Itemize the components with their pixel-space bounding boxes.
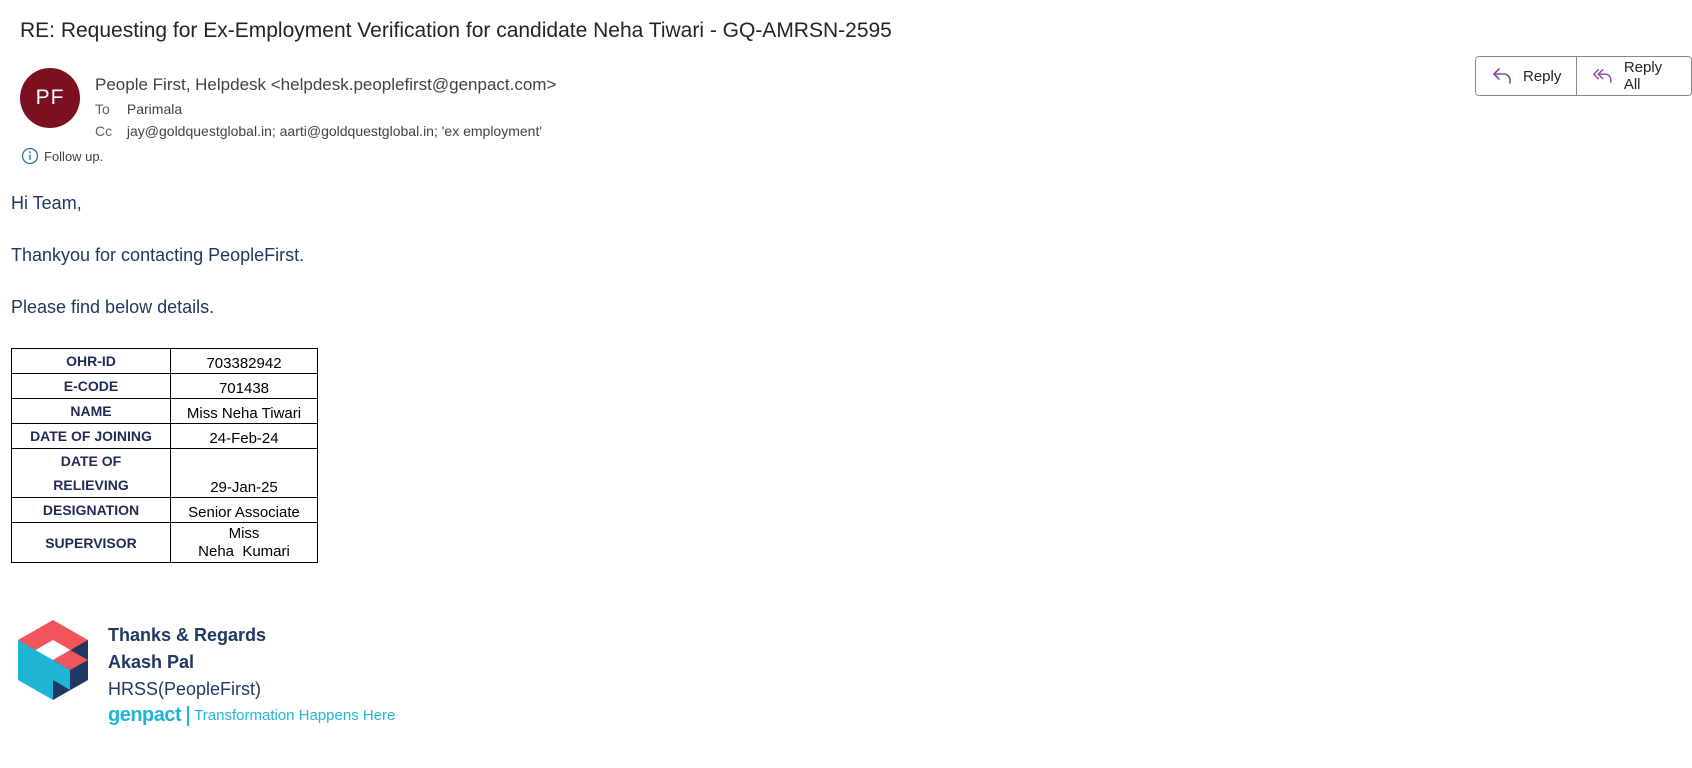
reply-arrow-icon <box>1493 68 1511 84</box>
table-key: DESIGNATION <box>11 497 171 523</box>
to-row: To Parimala <box>95 101 182 117</box>
sender-name[interactable]: People First, Helpdesk <helpdesk.peoplef… <box>95 75 556 95</box>
table-row: DESIGNATION Senior Associate <box>11 497 318 523</box>
table-key-line: RELIEVING <box>53 477 129 493</box>
table-value: 703382942 <box>170 348 318 374</box>
brand-tagline: Transformation Happens Here <box>194 707 396 724</box>
table-row: DATE OF RELIEVING 29-Jan-25 <box>11 448 318 498</box>
genpact-brand: genpact Transformation Happens Here <box>108 704 395 727</box>
table-value-line: Neha Kumari <box>198 542 290 560</box>
reply-label: Reply <box>1523 67 1562 85</box>
sender-avatar[interactable]: PF <box>20 68 80 128</box>
table-value: 24-Feb-24 <box>170 423 318 449</box>
table-value: 29-Jan-25 <box>170 448 318 498</box>
reply-all-label: Reply All <box>1623 59 1663 93</box>
table-value: Miss Neha Kumari <box>170 522 318 563</box>
signature-thanks: Thanks & Regards <box>108 625 267 645</box>
table-key: NAME <box>11 398 171 424</box>
table-key-line: DATE OF <box>60 453 122 469</box>
table-key: DATE OF RELIEVING <box>11 448 171 498</box>
signature-role: HRSS(PeopleFirst) <box>108 679 262 699</box>
genpact-logo-icon <box>18 620 88 700</box>
signature-name: Akash Pal <box>108 652 195 672</box>
email-subject: RE: Requesting for Ex-Employment Verific… <box>20 19 892 42</box>
followup-text: Follow up. <box>44 148 104 164</box>
table-key: OHR-ID <box>11 348 171 374</box>
table-value-line: Miss <box>228 524 260 542</box>
table-row: DATE OF JOINING 24-Feb-24 <box>11 423 318 449</box>
table-row: E-CODE 701438 <box>11 373 318 399</box>
body-line-2: Please find below details. <box>11 297 215 317</box>
table-value: 701438 <box>170 373 318 399</box>
reply-button[interactable]: Reply <box>1476 57 1577 95</box>
body-line-1: Thankyou for contacting PeopleFirst. <box>11 245 305 265</box>
reply-all-button[interactable]: Reply All <box>1576 57 1691 95</box>
info-icon <box>21 147 39 165</box>
table-key: DATE OF JOINING <box>11 423 171 449</box>
to-recipient[interactable]: Parimala <box>127 101 182 117</box>
table-key: SUPERVISOR <box>11 522 171 563</box>
cc-recipients[interactable]: jay@goldquestglobal.in; aarti@goldquestg… <box>127 123 542 139</box>
followup-flag: Follow up. <box>21 147 103 165</box>
to-label: To <box>95 101 110 117</box>
brand-name: genpact <box>108 704 182 726</box>
brand-divider <box>187 705 190 726</box>
greeting: Hi Team, <box>11 193 82 213</box>
table-row: OHR-ID 703382942 <box>11 348 318 374</box>
table-row: SUPERVISOR Miss Neha Kumari <box>11 522 318 563</box>
cc-row: Cc jay@goldquestglobal.in; aarti@goldque… <box>95 123 542 139</box>
details-table: OHR-ID 703382942 E-CODE 701438 NAME Miss… <box>11 348 318 563</box>
reply-all-arrow-icon <box>1593 69 1612 83</box>
table-key: E-CODE <box>11 373 171 399</box>
table-value: Senior Associate <box>170 497 318 523</box>
reply-actions: Reply Reply All <box>1475 56 1692 96</box>
table-row: NAME Miss Neha Tiwari <box>11 398 318 424</box>
table-value: Miss Neha Tiwari <box>170 398 318 424</box>
cc-label: Cc <box>95 123 113 139</box>
